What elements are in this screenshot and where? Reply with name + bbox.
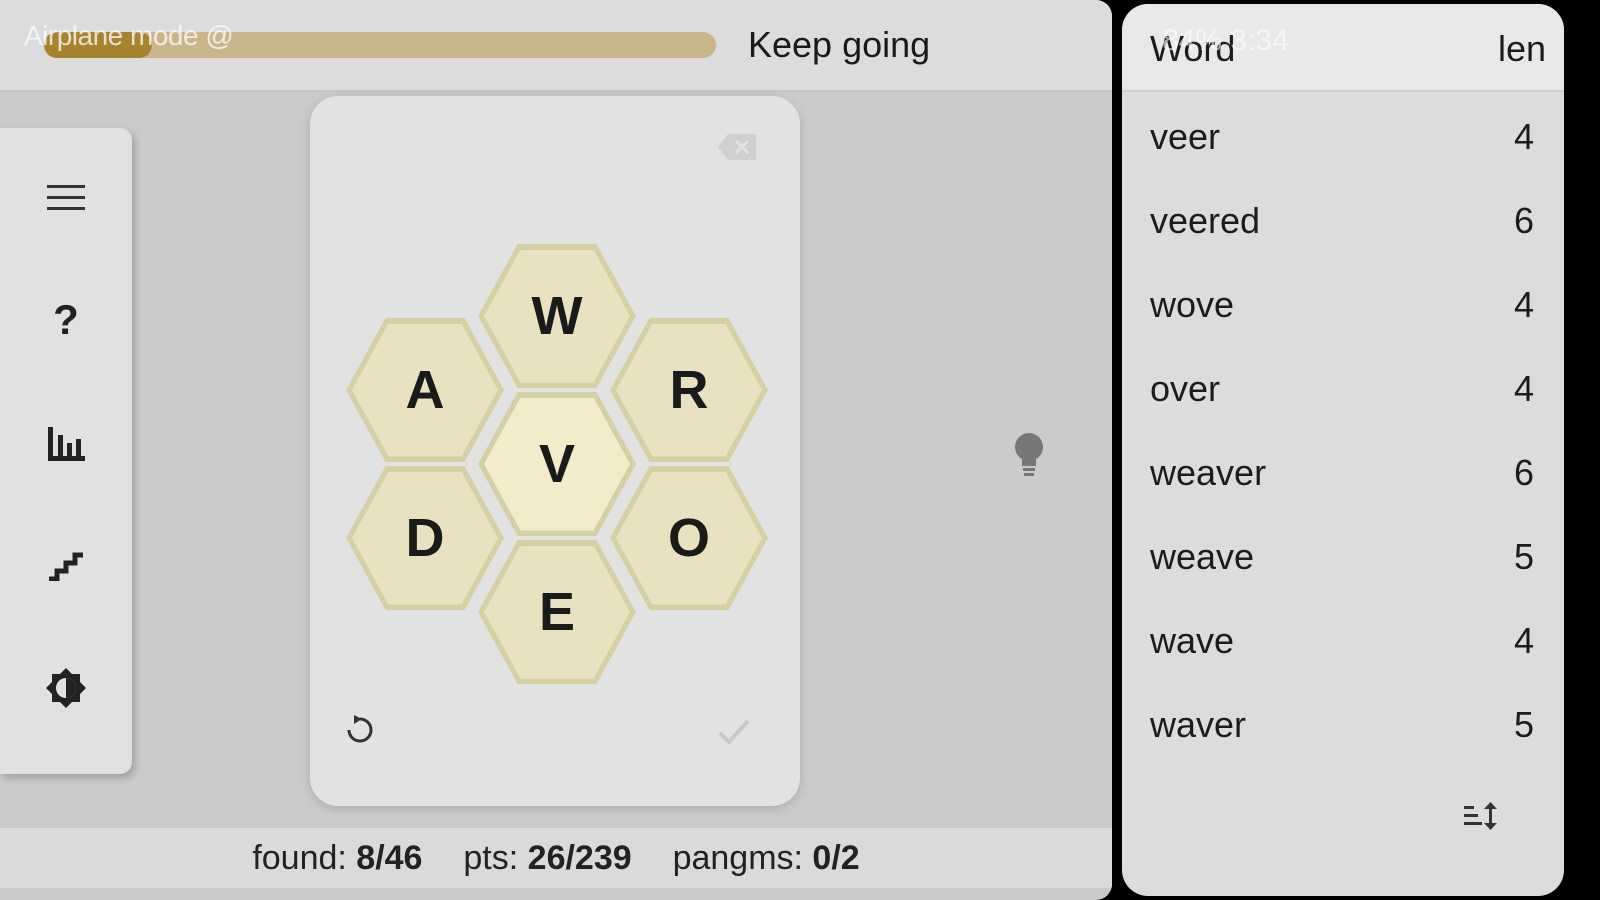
letter: R (616, 323, 762, 457)
word-length: 6 (1513, 200, 1534, 241)
theme-icon (46, 668, 86, 708)
check-icon (718, 719, 750, 745)
menu-icon (47, 185, 85, 210)
word-row[interactable]: veer 4 (1122, 94, 1564, 178)
points-value: 26/239 (527, 839, 632, 877)
lightbulb-icon (1015, 433, 1043, 476)
letter: W (484, 249, 630, 383)
letter: O (616, 471, 762, 605)
letter: A (352, 323, 498, 457)
word-row[interactable]: veered 6 (1122, 178, 1564, 262)
word-length: 6 (1513, 452, 1534, 493)
word-text: wove (1150, 284, 1235, 325)
word-length: 4 (1513, 116, 1534, 157)
rank-label: Keep going (748, 24, 931, 65)
word-length: 5 (1513, 704, 1534, 745)
word-length: 4 (1513, 620, 1534, 661)
word-text: waver (1150, 704, 1247, 745)
sidebar: ? (0, 128, 132, 774)
stats-button[interactable] (40, 418, 92, 470)
help-icon: ? (53, 296, 79, 343)
status-bar-left: Airplane mode @ (24, 20, 234, 51)
score-stats: found: 8/46 pts: 26/239 pangms: 0/2 (0, 828, 1112, 888)
sort-icon (1464, 802, 1497, 830)
letter-hex-bottom[interactable]: E (478, 540, 636, 684)
letter: V (484, 397, 630, 531)
help-button[interactable]: ? (40, 294, 92, 346)
top-bar: Airplane mode @ Keep going (0, 0, 1112, 92)
word-row[interactable]: wave 4 (1122, 598, 1564, 682)
menu-button[interactable] (40, 172, 92, 224)
ranks-icon (49, 552, 83, 581)
letter: D (352, 471, 498, 605)
column-header-length[interactable]: len (1498, 28, 1546, 70)
theme-button[interactable] (40, 662, 92, 714)
word-length: 4 (1513, 284, 1534, 325)
backspace-button[interactable] (714, 130, 760, 164)
word-length: 4 (1513, 368, 1534, 409)
word-row[interactable]: weaver 6 (1122, 430, 1564, 514)
found-label: found: (252, 839, 347, 877)
stats-icon (48, 427, 85, 461)
submit-button[interactable] (714, 712, 754, 752)
found-value: 8/46 (356, 839, 423, 877)
ranks-button[interactable] (40, 540, 92, 592)
pangrams-value: 0/2 (812, 839, 860, 877)
pangrams-label: pangms: (672, 839, 803, 877)
letter-hex-lower-left[interactable]: D (346, 466, 504, 610)
word-row[interactable]: waver 5 (1122, 682, 1564, 766)
word-text: over (1150, 368, 1221, 409)
game-area: Airplane mode @ Keep going ? W A R V D O… (0, 0, 1112, 900)
shuffle-icon (347, 715, 373, 743)
word-length: 5 (1513, 536, 1534, 577)
word-row[interactable]: wove 4 (1122, 262, 1564, 346)
letter-hex-upper-left[interactable]: A (346, 318, 504, 462)
letter: E (484, 545, 630, 679)
sort-button[interactable] (1462, 800, 1502, 836)
hint-button[interactable] (1012, 432, 1052, 484)
letter-hex-upper-right[interactable]: R (610, 318, 768, 462)
word-list-header: Word 84% 3:34 len (1122, 4, 1564, 92)
shuffle-button[interactable] (340, 710, 380, 750)
word-text: veer (1150, 116, 1221, 157)
word-text: veered (1150, 200, 1261, 241)
word-text: wave (1150, 620, 1235, 661)
status-bar-right: 84% 3:34 (1162, 24, 1289, 57)
word-text: weave (1150, 536, 1255, 577)
letter-hex-center[interactable]: V (478, 392, 636, 536)
word-row[interactable]: over 4 (1122, 346, 1564, 430)
word-text: weaver (1150, 452, 1267, 493)
word-list-panel: Word 84% 3:34 len veer 4 veered 6 wove 4… (1122, 4, 1564, 896)
letter-hex-top[interactable]: W (478, 244, 636, 388)
word-row[interactable]: weave 5 (1122, 514, 1564, 598)
letter-hex-lower-right[interactable]: O (610, 466, 768, 610)
letter-board: W A R V D O E (310, 96, 800, 806)
points-label: pts: (463, 839, 519, 877)
backspace-icon (718, 134, 756, 160)
